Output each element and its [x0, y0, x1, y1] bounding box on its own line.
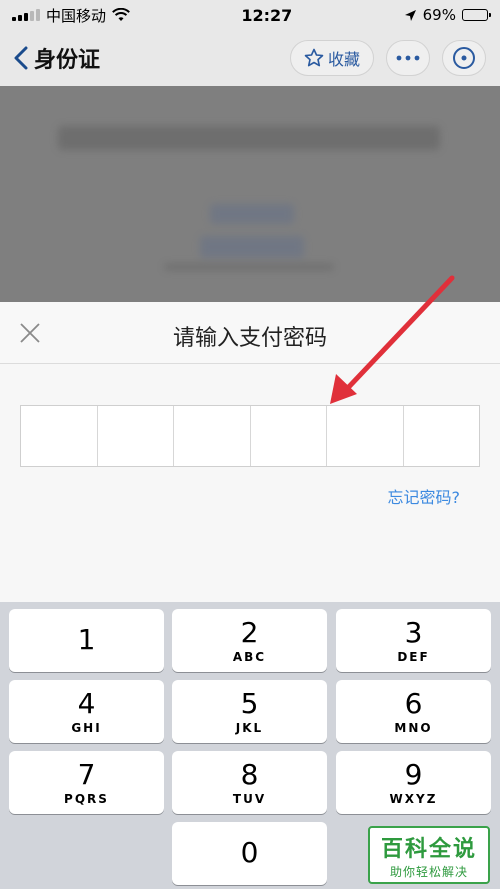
- location-icon: [404, 9, 416, 21]
- star-icon: [304, 48, 324, 67]
- more-icon: [396, 55, 420, 61]
- sheet-header: 请输入支付密码: [0, 302, 500, 364]
- key-9[interactable]: 9 WXYZ: [336, 751, 491, 814]
- more-button[interactable]: [386, 40, 430, 76]
- password-input[interactable]: [20, 405, 480, 467]
- wifi-icon: [112, 8, 130, 21]
- carrier-label: 中国移动: [46, 6, 107, 25]
- key-4[interactable]: 4 GHI: [9, 680, 164, 743]
- key-5[interactable]: 5 JKL: [172, 680, 327, 743]
- key-2[interactable]: 2 ABC: [172, 609, 327, 672]
- battery-percent: 69%: [422, 6, 456, 24]
- payment-password-sheet: 请输入支付密码 忘记密码?: [0, 302, 500, 602]
- key-8[interactable]: 8 TUV: [172, 751, 327, 814]
- password-digit-box: [174, 406, 251, 466]
- password-digit-box: [251, 406, 327, 466]
- dimmed-background-content: [0, 86, 500, 302]
- page-title: 身份证: [34, 48, 101, 73]
- key-7[interactable]: 7 PQRS: [9, 751, 164, 814]
- password-digit-box: [327, 406, 404, 466]
- favorite-button[interactable]: 收藏: [290, 40, 374, 76]
- back-button[interactable]: 身份证: [14, 42, 100, 74]
- password-digit-box: [404, 406, 480, 466]
- status-time: 12:27: [241, 5, 293, 25]
- nav-bar: 身份证 收藏: [0, 30, 500, 86]
- forgot-password-link[interactable]: 忘记密码?: [388, 484, 461, 508]
- key-1[interactable]: 1: [9, 609, 164, 672]
- password-digit-box: [98, 406, 174, 466]
- signal-icon: [12, 9, 40, 21]
- baike-watermark-logo: 百科全说 助你轻松解决: [368, 826, 490, 884]
- favorite-label: 收藏: [327, 50, 360, 69]
- status-bar: 中国移动 12:27 69%: [0, 0, 500, 30]
- key-0[interactable]: 0: [172, 822, 327, 885]
- close-miniapp-button[interactable]: [442, 40, 486, 76]
- sheet-title: 请输入支付密码: [172, 326, 327, 351]
- key-3[interactable]: 3 DEF: [336, 609, 491, 672]
- battery-icon: [461, 9, 491, 21]
- back-chevron-icon: [14, 46, 28, 70]
- watermark-sub-text: 助你轻松解决: [389, 864, 468, 879]
- password-digit-box: [21, 406, 98, 466]
- close-circle-icon: [453, 47, 475, 69]
- key-6[interactable]: 6 MNO: [336, 680, 491, 743]
- watermark-main-text: 百科全说: [380, 836, 477, 862]
